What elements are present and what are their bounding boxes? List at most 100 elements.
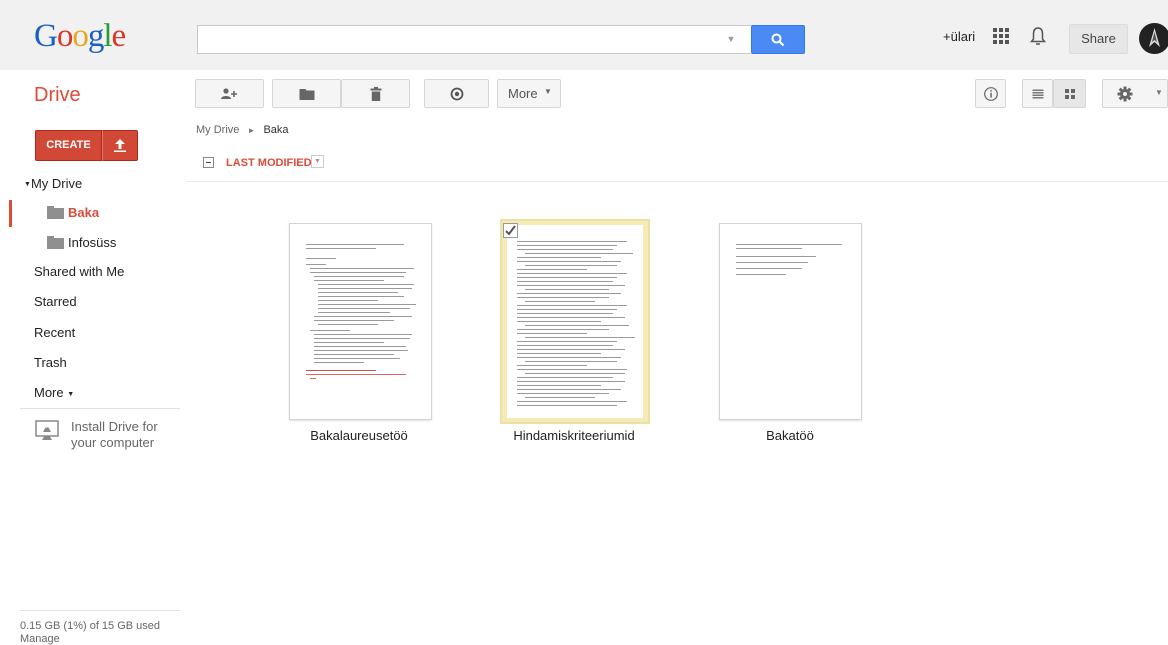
app-title[interactable]: Drive xyxy=(34,84,81,107)
preview-text-line xyxy=(525,301,595,302)
preview-text-line xyxy=(517,393,609,394)
search-options-caret-icon[interactable]: ▼ xyxy=(724,26,738,53)
preview-text-line xyxy=(517,349,625,350)
share-with-people-button[interactable] xyxy=(195,79,264,108)
preview-button[interactable] xyxy=(424,79,489,108)
preview-text-line xyxy=(736,268,802,269)
preview-text-line xyxy=(318,304,416,305)
preview-text-line xyxy=(314,334,412,335)
sidebar-divider xyxy=(20,408,180,409)
chevron-down-icon: ▼ xyxy=(1155,88,1163,97)
breadcrumb: My Drive ► Baka xyxy=(196,124,289,136)
preview-text-line xyxy=(517,273,627,274)
notifications-bell-icon[interactable] xyxy=(1030,26,1046,46)
file-name[interactable]: Bakalaureusetöö xyxy=(269,428,449,443)
move-to-folder-button[interactable] xyxy=(272,79,341,108)
sort-dropdown-icon[interactable]: ▼ xyxy=(311,155,324,168)
logo-letter: g xyxy=(87,18,104,54)
share-button[interactable]: Share xyxy=(1069,24,1128,54)
preview-text-line xyxy=(517,297,609,298)
preview-text-line xyxy=(517,329,609,330)
more-actions-label: More xyxy=(508,86,538,101)
preview-text-line xyxy=(517,369,627,370)
delete-button[interactable] xyxy=(341,79,410,108)
search-input[interactable] xyxy=(197,25,751,54)
preview-text-line xyxy=(525,253,633,254)
folder-icon xyxy=(299,88,314,100)
list-view-icon xyxy=(1032,89,1043,98)
file-checkbox[interactable] xyxy=(503,223,518,238)
file-thumbnail[interactable] xyxy=(719,223,862,420)
apps-grid-icon[interactable] xyxy=(993,28,1009,44)
breadcrumb-separator-icon: ► xyxy=(247,126,256,135)
sidebar-item-my-drive[interactable]: ▼My Drive xyxy=(24,176,82,191)
details-button[interactable] xyxy=(975,79,1006,108)
sidebar-item-infosuss[interactable]: Infosüss xyxy=(68,235,116,250)
preview-text-line xyxy=(517,269,587,270)
preview-text-line xyxy=(314,320,394,321)
sidebar-item-more[interactable]: More ▼ xyxy=(34,385,74,400)
create-button[interactable]: CREATE xyxy=(35,130,102,161)
preview-text-line xyxy=(517,249,613,250)
sidebar-divider xyxy=(20,610,180,611)
preview-text-line xyxy=(306,374,406,375)
preview-text-line xyxy=(517,341,617,342)
google-logo[interactable]: Google xyxy=(34,18,126,55)
sidebar-item-trash[interactable]: Trash xyxy=(34,355,67,370)
preview-text-line xyxy=(517,333,587,334)
collapse-toggle-icon[interactable] xyxy=(203,157,214,168)
computer-drive-icon[interactable] xyxy=(35,420,59,442)
storage-usage: 0.15 GB (1%) of 15 GB used xyxy=(20,620,161,632)
avatar-image-icon xyxy=(1149,28,1160,47)
preview-text-line xyxy=(318,308,410,309)
preview-text-line xyxy=(517,313,613,314)
preview-text-line xyxy=(517,285,625,286)
preview-text-line xyxy=(318,284,414,285)
preview-text-line xyxy=(318,296,404,297)
add-person-icon xyxy=(220,87,237,99)
preview-text-line xyxy=(736,256,816,257)
preview-text-line xyxy=(525,397,595,398)
install-drive-link[interactable]: Install Drive for your computer xyxy=(71,419,186,451)
file-thumbnail-selected[interactable] xyxy=(500,219,650,424)
search-icon xyxy=(771,33,785,47)
user-profile-link[interactable]: +ülari xyxy=(943,29,975,44)
preview-text-line xyxy=(318,292,398,293)
list-view-button[interactable] xyxy=(1022,79,1053,108)
info-icon xyxy=(983,86,998,101)
preview-text-line xyxy=(517,385,601,386)
preview-text-line xyxy=(318,324,378,325)
upload-button[interactable] xyxy=(102,130,138,161)
manage-storage-link[interactable]: Manage xyxy=(20,633,60,645)
preview-text-line xyxy=(517,353,601,354)
preview-text-line xyxy=(517,401,627,402)
search-button[interactable] xyxy=(751,25,805,54)
preview-text-line xyxy=(517,357,621,358)
avatar[interactable] xyxy=(1139,23,1168,54)
chevron-down-icon: ▼ xyxy=(544,87,552,96)
preview-text-line xyxy=(517,381,625,382)
preview-text-line xyxy=(310,330,350,331)
preview-text-line xyxy=(517,345,613,346)
sidebar-item-recent[interactable]: Recent xyxy=(34,325,75,340)
sidebar-item-shared-with-me[interactable]: Shared with Me xyxy=(34,264,124,279)
preview-text-line xyxy=(306,248,376,249)
folder-icon xyxy=(47,236,64,249)
file-thumbnail[interactable] xyxy=(289,223,432,420)
breadcrumb-current: Baka xyxy=(263,124,289,136)
grid-view-button[interactable] xyxy=(1053,79,1086,108)
sidebar-item-baka[interactable]: Baka xyxy=(68,205,99,220)
preview-text-line xyxy=(314,338,410,339)
sort-label[interactable]: LAST MODIFIED xyxy=(226,157,312,169)
trash-icon xyxy=(370,86,381,101)
preview-text-line xyxy=(736,274,786,275)
breadcrumb-my-drive[interactable]: My Drive xyxy=(196,124,239,136)
preview-text-line xyxy=(318,300,378,301)
logo-letter: l xyxy=(103,18,112,54)
file-name[interactable]: Hindamiskriteeriumid xyxy=(484,428,664,443)
sidebar-item-starred[interactable]: Starred xyxy=(34,294,77,309)
file-name[interactable]: Bakatöö xyxy=(700,428,880,443)
preview-text-line xyxy=(314,350,408,351)
preview-text-line xyxy=(306,258,336,259)
preview-text-line xyxy=(736,244,842,245)
